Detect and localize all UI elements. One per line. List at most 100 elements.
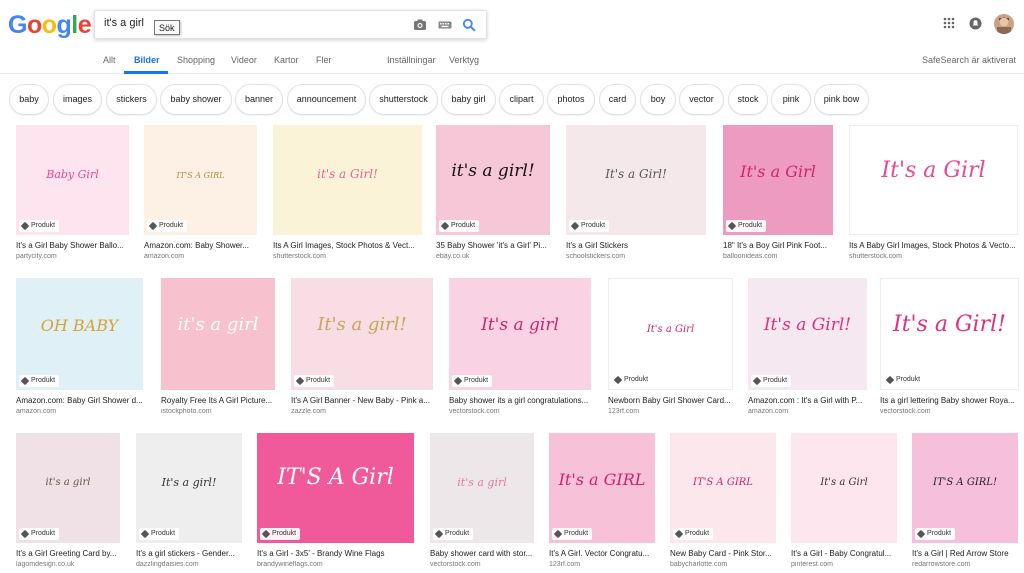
chip-banner[interactable]: banner [235,84,283,115]
image-result-source[interactable]: dazzlingdaisies.com [136,561,242,568]
image-result-source[interactable]: vectorstock.com [449,408,591,415]
image-result-source[interactable]: pinterest.com [791,561,897,568]
chip-photos[interactable]: photos [547,84,595,115]
camera-icon[interactable] [413,18,427,32]
search-icon[interactable] [462,18,476,32]
image-result-source[interactable]: shutterstock.com [273,253,422,260]
image-result-title[interactable]: Baby shower its a girl congratulations..… [449,396,591,405]
image-result-thumbnail[interactable]: It's a girl Produkt [449,278,591,390]
image-result-source[interactable]: balloonideas.com [723,253,833,260]
image-result-thumbnail[interactable]: It's a Girl [849,125,1018,235]
image-result-title[interactable]: It's A Girl Banner - New Baby - Pink a..… [291,396,433,405]
image-result-source[interactable]: istockphoto.com [161,408,275,415]
image-result-title[interactable]: New Baby Card - Pink Stor... [670,549,776,558]
image-result-source[interactable]: lagomdesign.co.uk [16,561,120,568]
image-result-title[interactable]: Amazon.com: Baby Girl Shower d... [16,396,143,405]
image-result-title[interactable]: 35 Baby Shower 'it's a Girl' Pi... [436,241,550,250]
image-result-thumbnail[interactable]: it's a Girl! [273,125,422,235]
image-result-thumbnail[interactable]: It's a GIRL Produkt [549,433,655,543]
chip-boy[interactable]: boy [640,84,676,115]
image-result-thumbnail[interactable]: Baby Girl Produkt [16,125,129,235]
chip-clipart[interactable]: clipart [499,84,544,115]
image-result-thumbnail[interactable]: IT'S A GIRL Produkt [144,125,257,235]
notifications-icon[interactable] [969,17,982,30]
image-result-title[interactable]: It's a Girl Stickers [566,241,706,250]
image-result-thumbnail[interactable]: It's a Girl Produkt [723,125,833,235]
tab-shopping[interactable]: Shopping [177,55,215,65]
image-result-thumbnail[interactable]: It's a Girl Produkt [608,278,733,390]
search-box[interactable] [94,10,487,39]
image-result-title[interactable]: It's A Girl. Vector Congratu... [549,549,655,558]
image-result-source[interactable]: partycity.com [16,253,129,260]
chip-baby-girl[interactable]: baby girl [441,84,496,115]
image-result-title[interactable]: It's a Girl Baby Shower Ballo... [16,241,129,250]
chip-shutterstock[interactable]: shutterstock [369,84,438,115]
tab-maps[interactable]: Kartor [274,55,299,65]
keyboard-icon[interactable] [438,18,452,32]
image-result-title[interactable]: Amazon.com : It's a Girl with P... [748,396,867,405]
chip-pink-bow[interactable]: pink bow [814,84,869,115]
image-result-title[interactable]: 18" It's a Boy Girl Pink Foot... [723,241,833,250]
image-result-source[interactable]: ebay.co.uk [436,253,550,260]
image-result-source[interactable]: vectorstock.com [430,561,534,568]
image-result-thumbnail[interactable]: It's a Girl! Produkt [566,125,706,235]
image-result-source[interactable]: vectorstock.com [880,408,1019,415]
image-result-thumbnail[interactable]: it's a girl Produkt [430,433,534,543]
tab-images[interactable]: Bilder [134,55,160,65]
chip-card[interactable]: card [599,84,636,115]
chip-stock[interactable]: stock [728,84,768,115]
image-result-thumbnail[interactable]: IT'S A GIRL! Produkt [912,433,1018,543]
image-result-source[interactable]: amazon.com [16,408,143,415]
image-result-source[interactable]: zazzle.com [291,408,433,415]
image-result-source[interactable]: babycharlotte.com [670,561,776,568]
image-result-thumbnail[interactable]: it's a girl [161,278,275,390]
apps-grid-icon[interactable] [943,17,955,29]
image-result-title[interactable]: Baby shower card with stor... [430,549,534,558]
safesearch-status[interactable]: SafeSearch är aktiverat [922,55,1016,65]
chip-vector[interactable]: vector [679,84,724,115]
image-result-thumbnail[interactable]: IT'S A Girl Produkt [257,433,414,543]
image-result-source[interactable]: redarrowstore.com [912,561,1018,568]
image-result-thumbnail[interactable]: IT'S A GIRL Produkt [670,433,776,543]
image-result-thumbnail[interactable]: It's a Girl! Produkt [748,278,867,390]
image-result-title[interactable]: It's a Girl | Red Arrow Store [912,549,1018,558]
image-result-source[interactable]: 123rf.com [608,408,733,415]
tab-videos[interactable]: Videor [231,55,257,65]
image-result-thumbnail[interactable]: OH BABY Produkt [16,278,143,390]
chip-baby[interactable]: baby [9,84,49,115]
chip-images[interactable]: images [53,84,102,115]
image-result-thumbnail[interactable]: It's a Girl! Produkt [880,278,1019,390]
tab-settings[interactable]: Inställningar [387,55,436,65]
chip-announcement[interactable]: announcement [287,84,366,115]
image-result-thumbnail[interactable]: it's a girl! Produkt [436,125,550,235]
image-result-title[interactable]: Newborn Baby Girl Shower Card... [608,396,733,405]
image-result-source[interactable]: schoolstickers.com [566,253,706,260]
image-result-title[interactable]: Its a girl lettering Baby shower Roya... [880,396,1019,405]
image-result-title[interactable]: Amazon.com: Baby Shower... [144,241,257,250]
chip-pink[interactable]: pink [771,84,811,115]
tab-tools[interactable]: Verktyg [449,55,479,65]
tab-more[interactable]: Fler [316,55,332,65]
image-result-thumbnail[interactable]: It's a Girl [791,433,897,543]
image-result-title[interactable]: Its A Girl Images, Stock Photos & Vect..… [273,241,422,250]
image-result-source[interactable]: amazon.com [144,253,257,260]
image-result-title[interactable]: It's a Girl - Baby Congratul... [791,549,897,558]
image-result-thumbnail[interactable]: It's a girl! Produkt [291,278,433,390]
chip-stickers[interactable]: stickers [106,84,157,115]
image-result-title[interactable]: Royalty Free Its A Girl Picture... [161,396,275,405]
image-result-source[interactable]: brandywineflags.com [257,561,414,568]
image-result-title[interactable]: Its A Baby Girl Images, Stock Photos & V… [849,241,1018,250]
image-result-title[interactable]: It's a Girl - 3x5' - Brandy Wine Flags [257,549,414,558]
image-result-title[interactable]: It's a Girl Greeting Card by... [16,549,120,558]
image-result-source[interactable]: 123rf.com [549,561,655,568]
image-result-source[interactable]: amazon.com [748,408,867,415]
image-result-source[interactable]: shutterstock.com [849,253,1018,260]
google-logo[interactable]: Google [8,11,92,40]
tab-all[interactable]: Allt [103,55,116,65]
search-input[interactable] [104,17,404,29]
image-result-thumbnail[interactable]: It's a girl! Produkt [136,433,242,543]
image-result-thumbnail[interactable]: it's a girl Produkt [16,433,120,543]
avatar[interactable] [994,14,1014,34]
chip-baby-shower[interactable]: baby shower [160,84,232,115]
image-result-title[interactable]: It's a girl stickers - Gender... [136,549,242,558]
